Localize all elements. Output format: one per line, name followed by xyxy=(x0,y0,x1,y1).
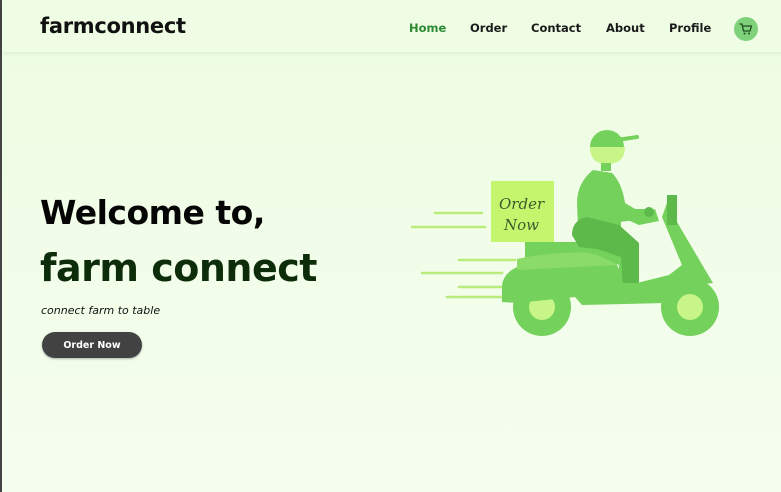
hero-brand-heading: farm connect xyxy=(40,246,317,290)
nav-order[interactable]: Order xyxy=(470,21,507,35)
cart-button[interactable] xyxy=(734,17,758,41)
order-box-label: Order xyxy=(499,195,545,213)
hero-tagline: connect farm to table xyxy=(41,304,161,317)
delivery-scooter-illustration: Order Now xyxy=(410,130,719,336)
navbar: farmconnect Home Order Contact About Pro… xyxy=(2,0,781,52)
nav-contact[interactable]: Contact xyxy=(531,21,581,35)
hero-welcome-heading: Welcome to, xyxy=(40,193,265,232)
page: farmconnect Home Order Contact About Pro… xyxy=(0,0,781,492)
nav-profile[interactable]: Profile xyxy=(669,21,711,35)
nav-about[interactable]: About xyxy=(606,21,645,35)
shopping-cart-icon xyxy=(739,23,753,35)
brand-logo[interactable]: farmconnect xyxy=(40,14,186,38)
order-box-label-2: Now xyxy=(503,216,539,234)
order-now-button[interactable]: Order Now xyxy=(42,332,142,358)
nav-home[interactable]: Home xyxy=(409,21,446,35)
